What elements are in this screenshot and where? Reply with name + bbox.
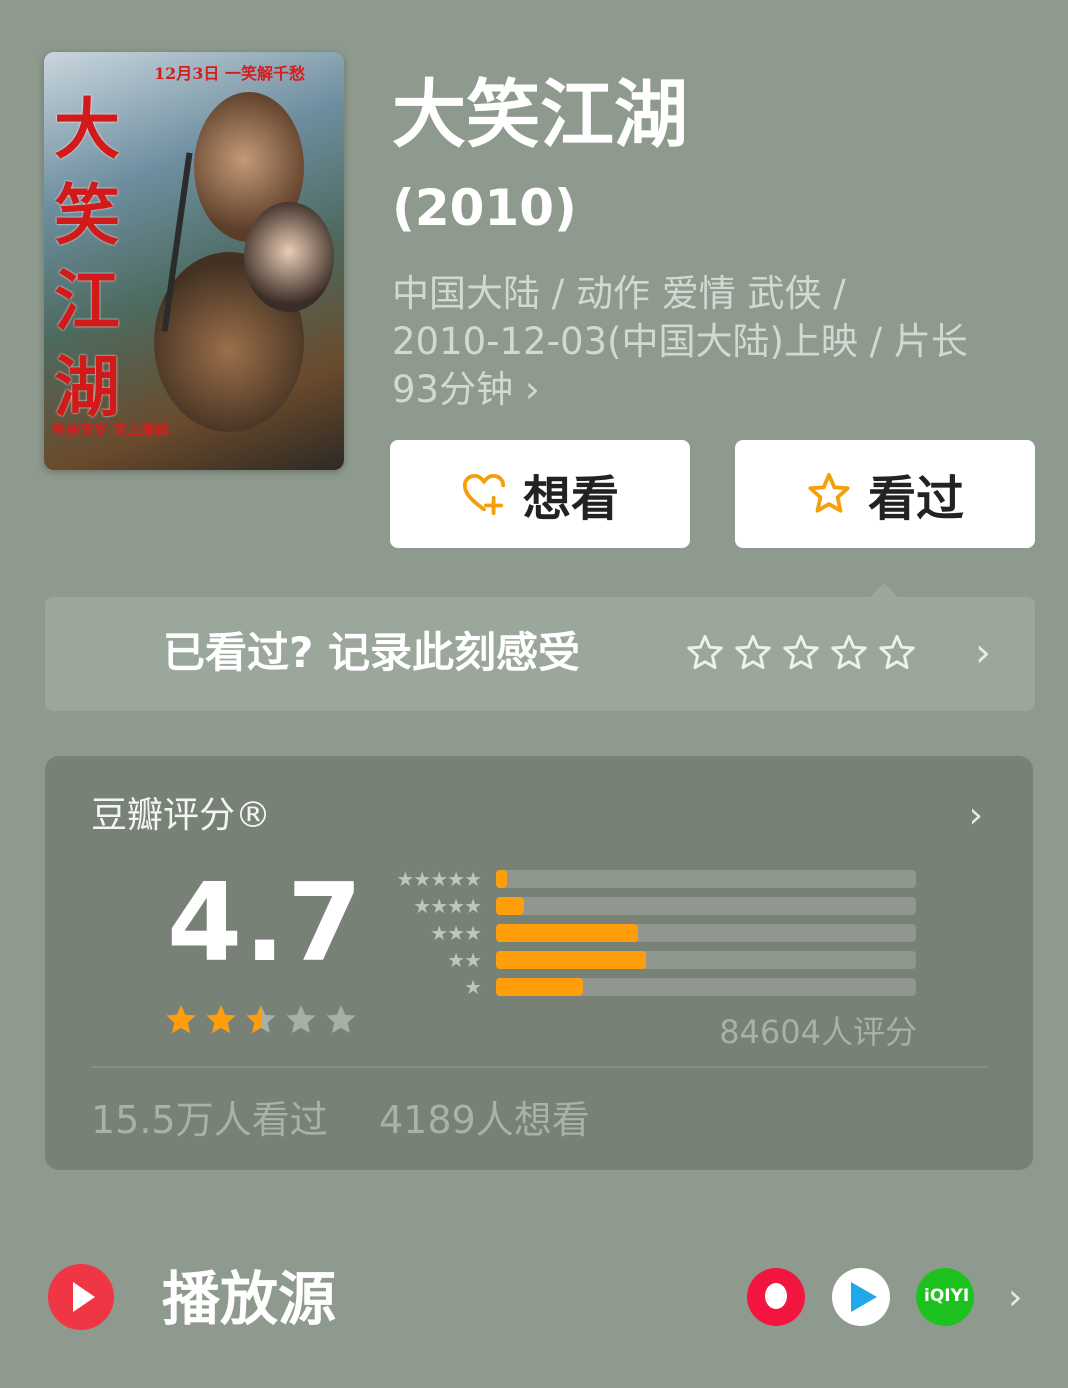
distribution-stars: ★ bbox=[464, 975, 482, 999]
want-to-watch-button[interactable]: 想看 bbox=[390, 440, 690, 548]
poster-title-art: 大笑江湖 bbox=[54, 90, 120, 426]
star-outline-icon[interactable] bbox=[733, 633, 773, 673]
sources-label: 播放源 bbox=[162, 1265, 337, 1333]
distribution-bar bbox=[496, 978, 583, 996]
chevron-right-icon: › bbox=[1008, 1277, 1023, 1318]
rating-heading: 豆瓣评分® bbox=[91, 795, 272, 836]
distribution-track bbox=[496, 924, 916, 942]
distribution-bar bbox=[496, 924, 638, 942]
star-outline-icon[interactable] bbox=[829, 633, 869, 673]
rating-score: 4.7 bbox=[167, 861, 365, 986]
star-outline-icon[interactable] bbox=[685, 633, 725, 673]
meta-line: 2010-12-03(中国大陆)上映 / 片长 bbox=[392, 320, 968, 363]
distribution-stars: ★★★★ bbox=[413, 894, 482, 918]
poster-tagline: 12月3日 一笑解千愁 bbox=[154, 64, 305, 83]
record-prompt: 已看过? 记录此刻感受 bbox=[163, 628, 580, 677]
pointer-arrow bbox=[870, 583, 898, 597]
star-outline-icon bbox=[808, 472, 850, 513]
distribution-track bbox=[496, 870, 916, 888]
divider bbox=[91, 1066, 987, 1068]
play-sources-row[interactable]: 播放源 iQIYI › bbox=[0, 1240, 1068, 1360]
distribution-track bbox=[496, 897, 916, 915]
distribution-track bbox=[496, 978, 916, 996]
movie-year: (2010) bbox=[392, 179, 577, 237]
distribution-stars: ★★ bbox=[447, 948, 482, 972]
distribution-bar bbox=[496, 870, 507, 888]
iqiyi-logo-text: iQIYI bbox=[924, 1286, 970, 1306]
youku-logo[interactable] bbox=[747, 1268, 805, 1326]
star-outline-icon[interactable] bbox=[781, 633, 821, 673]
score-stars bbox=[163, 1002, 359, 1038]
meta-line: 93分钟 › bbox=[392, 368, 540, 411]
movie-poster[interactable]: 12月3日 一笑解千愁 大笑江湖 笑侠贺岁 喜上眉梢 bbox=[44, 52, 344, 470]
movie-title: 大笑江湖 bbox=[392, 72, 688, 158]
star-empty-icon bbox=[326, 1005, 356, 1034]
watched-label: 看过 bbox=[867, 471, 964, 527]
star-empty-icon bbox=[286, 1005, 316, 1034]
star-outline-icon[interactable] bbox=[877, 633, 917, 673]
want-label: 想看 bbox=[522, 471, 619, 527]
star-filled-icon bbox=[206, 1005, 236, 1034]
rating-count: 84604人评分 bbox=[719, 1013, 917, 1051]
chevron-right-icon: › bbox=[975, 630, 991, 676]
distribution-stars: ★★★★★ bbox=[396, 867, 482, 891]
wish-count[interactable]: 4189人想看 bbox=[379, 1096, 590, 1144]
meta-line: 中国大陆 / 动作 爱情 武侠 / bbox=[392, 272, 846, 315]
star-filled-icon bbox=[166, 1005, 196, 1034]
record-feeling-bar[interactable]: 已看过? 记录此刻感受 › bbox=[45, 583, 1035, 711]
rating-input-stars[interactable] bbox=[685, 633, 917, 673]
iqiyi-logo[interactable]: iQIYI bbox=[916, 1268, 974, 1326]
distribution-stars: ★★★ bbox=[430, 921, 482, 945]
distribution-bar bbox=[496, 951, 646, 969]
watched-count[interactable]: 15.5万人看过 bbox=[91, 1096, 328, 1144]
movie-meta[interactable]: 中国大陆 / 动作 爱情 武侠 / 2010-12-03(中国大陆)上映 / 片… bbox=[392, 270, 1042, 414]
watched-button[interactable]: 看过 bbox=[735, 440, 1035, 548]
distribution-track bbox=[496, 951, 916, 969]
play-icon bbox=[48, 1264, 114, 1330]
poster-footer: 笑侠贺岁 喜上眉梢 bbox=[52, 423, 169, 439]
tencent-video-logo[interactable] bbox=[832, 1268, 890, 1326]
douban-rating-card[interactable]: 豆瓣评分® › 4.7 ★★★★★ ★★★★ ★★★ ★★ ★ 84604人评分 15.… bbox=[45, 756, 1033, 1170]
star-half-icon bbox=[246, 1005, 276, 1034]
poster-figure bbox=[244, 202, 334, 312]
heart-plus-icon bbox=[462, 473, 506, 516]
chevron-right-icon: › bbox=[968, 795, 983, 836]
distribution-bar bbox=[496, 897, 525, 915]
